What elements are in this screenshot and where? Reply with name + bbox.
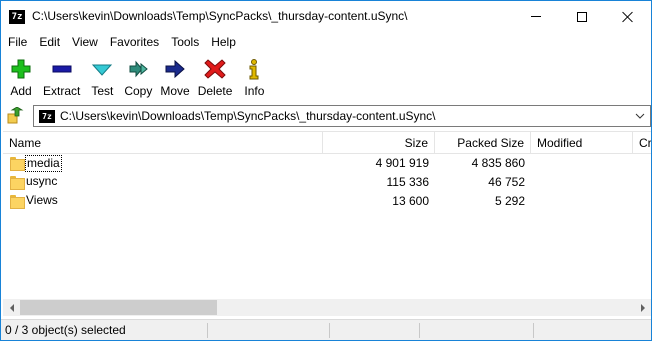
menu-bar: File Edit View Favorites Tools Help xyxy=(1,32,651,52)
info-icon xyxy=(249,59,259,80)
status-divider xyxy=(419,323,420,338)
toolbar: Add Extract Test Copy Move Delete Info xyxy=(1,53,651,101)
folder-icon xyxy=(10,157,25,171)
item-name[interactable]: usync xyxy=(25,174,58,191)
chevron-down-icon xyxy=(635,113,645,119)
copy-label: Copy xyxy=(124,84,153,98)
folder-icon xyxy=(10,195,25,209)
move-arrow-icon xyxy=(165,59,185,79)
menu-favorites[interactable]: Favorites xyxy=(104,32,165,52)
parent-folder-button[interactable] xyxy=(5,106,25,126)
column-header-name[interactable]: Name xyxy=(3,132,323,154)
copy-arrows-icon xyxy=(129,60,149,78)
list-item[interactable]: usync 115 336 46 752 xyxy=(3,173,651,192)
menu-view[interactable]: View xyxy=(66,32,104,52)
scroll-right-button[interactable] xyxy=(634,299,651,316)
address-row: 7z C:\Users\kevin\Downloads\Temp\SyncPac… xyxy=(1,103,651,129)
app-window: 7z C:\Users\kevin\Downloads\Temp\SyncPac… xyxy=(0,0,652,341)
menu-help[interactable]: Help xyxy=(205,32,242,52)
item-size: 115 336 xyxy=(386,175,430,189)
move-button[interactable]: Move xyxy=(156,53,193,101)
maximize-button[interactable] xyxy=(559,1,605,32)
column-header-modified[interactable]: Modified xyxy=(531,132,633,154)
list-item[interactable]: Views 13 600 5 292 xyxy=(3,192,651,211)
address-field[interactable]: 7z C:\Users\kevin\Downloads\Temp\SyncPac… xyxy=(33,105,651,127)
address-dropdown-button[interactable] xyxy=(632,106,648,126)
column-header-size[interactable]: Size xyxy=(323,132,435,154)
folder-icon xyxy=(10,176,25,190)
add-button[interactable]: Add xyxy=(3,53,39,101)
column-header-created[interactable]: Cr xyxy=(633,132,651,154)
close-icon xyxy=(622,11,634,23)
delete-label: Delete xyxy=(197,84,233,98)
extract-label: Extract xyxy=(43,84,81,98)
item-size: 4 901 919 xyxy=(375,156,429,170)
selection-status: 0 / 3 object(s) selected xyxy=(5,323,126,337)
info-label: Info xyxy=(244,84,265,98)
list-item[interactable]: media 4 901 919 4 835 860 xyxy=(3,154,651,173)
horizontal-scrollbar[interactable] xyxy=(3,299,651,316)
item-packed-size: 46 752 xyxy=(488,175,525,189)
plus-icon xyxy=(11,59,31,79)
menu-file[interactable]: File xyxy=(2,32,33,52)
folder-up-icon xyxy=(7,107,24,124)
copy-button[interactable]: Copy xyxy=(120,53,156,101)
menu-tools[interactable]: Tools xyxy=(165,32,205,52)
file-list[interactable]: Name Size Packed Size Modified Cr media … xyxy=(3,131,651,319)
item-packed-size: 5 292 xyxy=(494,194,525,208)
arrow-right-icon xyxy=(640,303,645,312)
status-divider xyxy=(207,323,208,338)
delete-button[interactable]: Delete xyxy=(194,53,237,101)
title-bar[interactable]: 7z C:\Users\kevin\Downloads\Temp\SyncPac… xyxy=(1,1,651,32)
close-button[interactable] xyxy=(605,1,651,32)
info-button[interactable]: Info xyxy=(236,53,272,101)
minimize-icon xyxy=(531,16,541,17)
test-button[interactable]: Test xyxy=(84,53,120,101)
app-logo-icon[interactable]: 7z xyxy=(9,10,25,24)
list-header: Name Size Packed Size Modified Cr xyxy=(3,132,651,154)
maximize-icon xyxy=(577,11,587,22)
scroll-thumb[interactable] xyxy=(20,300,217,315)
scroll-left-button[interactable] xyxy=(3,299,20,316)
delete-x-icon xyxy=(204,59,226,79)
item-packed-size: 4 835 860 xyxy=(471,156,525,170)
item-name[interactable]: media xyxy=(25,155,62,172)
item-size: 13 600 xyxy=(392,194,429,208)
archive-icon: 7z xyxy=(39,110,55,123)
column-header-packed-size[interactable]: Packed Size xyxy=(435,132,531,154)
extract-button[interactable]: Extract xyxy=(39,53,84,101)
add-label: Add xyxy=(10,84,32,98)
test-label: Test xyxy=(91,84,114,98)
arrow-left-icon xyxy=(9,303,14,312)
window-title: C:\Users\kevin\Downloads\Temp\SyncPacks\… xyxy=(32,9,408,23)
check-chevron-icon xyxy=(92,64,113,76)
item-name[interactable]: Views xyxy=(25,193,59,210)
address-path[interactable]: C:\Users\kevin\Downloads\Temp\SyncPacks\… xyxy=(60,106,436,126)
status-divider xyxy=(533,323,534,338)
menu-edit[interactable]: Edit xyxy=(33,32,66,52)
minus-icon xyxy=(52,65,72,73)
status-divider xyxy=(329,323,330,338)
minimize-button[interactable] xyxy=(513,1,559,32)
move-label: Move xyxy=(160,84,190,98)
status-bar: 0 / 3 object(s) selected xyxy=(1,319,651,340)
